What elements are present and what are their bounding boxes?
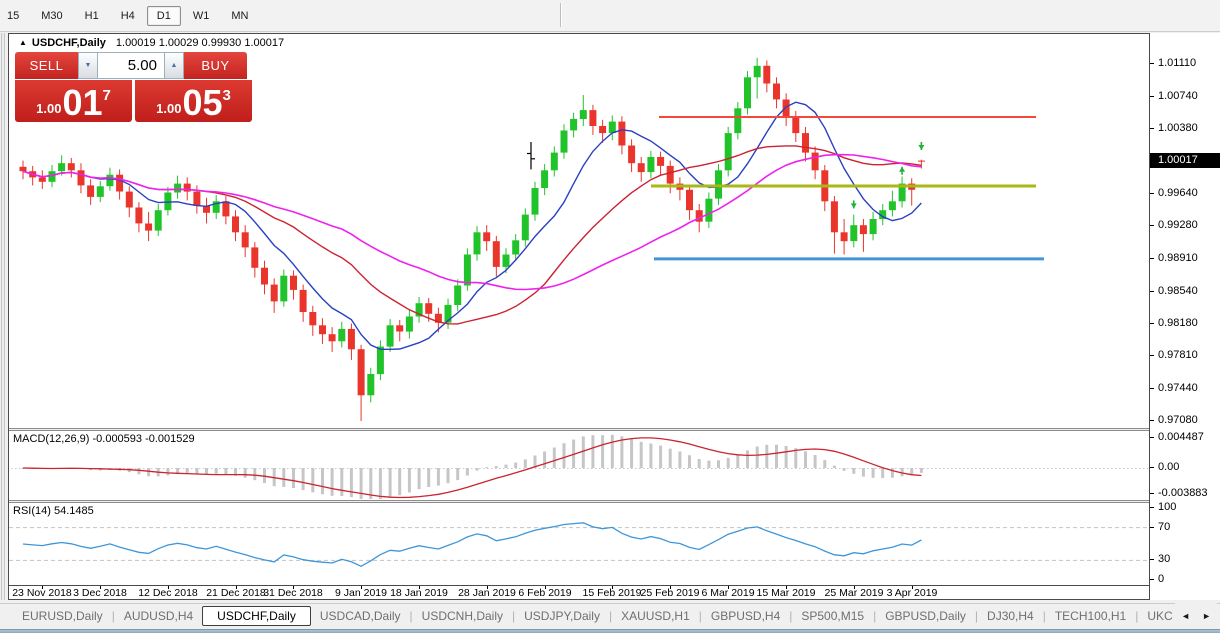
macd-tick-label: 0.004487 [1158, 431, 1204, 443]
sell-price-big: 01 [62, 84, 102, 122]
axis-tick-dash [1150, 291, 1154, 292]
axis-tick-dash [1150, 420, 1154, 421]
price-axis[interactable]: 1.01110 1.00740 1.00380 0.99640 0.99280 0.989… [1150, 33, 1220, 600]
volume-increase-icon[interactable]: ▲ [164, 52, 184, 79]
toolbar-separator [560, 3, 562, 27]
collapse-panel-icon[interactable]: ▲ [19, 38, 27, 47]
axis-tick-dash [1150, 225, 1154, 226]
tab-eurusd-daily[interactable]: EURUSD,Daily [13, 606, 112, 626]
volume-decrease-icon[interactable]: ▼ [78, 52, 98, 79]
tab-sp500-m15[interactable]: SP500,M15 [792, 606, 873, 626]
one-click-trade-panel: SELL ▼ 5.00 ▲ BUY 1.00 01 7 1.00 05 3 [15, 52, 253, 122]
current-price-tag: 1.00017 [1150, 153, 1220, 168]
axis-tick-dash [1150, 527, 1154, 528]
rsi-tick-label: 0 [1158, 573, 1164, 585]
price-tick-label: 0.97440 [1158, 382, 1198, 394]
window-left-groove [1, 33, 5, 600]
macd-indicator-values: -0.000593 -0.001529 [92, 433, 194, 445]
date-axis[interactable]: 23 Nov 20183 Dec 201812 Dec 201821 Dec 2… [9, 585, 1149, 599]
price-tick-label: 0.98540 [1158, 285, 1198, 297]
price-panel[interactable]: ▲ USDCHF,Daily 1.00019 1.00029 0.99930 1.0… [9, 34, 1149, 428]
axis-tick-dash [1150, 63, 1154, 64]
tab-usdjpy-daily[interactable]: USDJPY,Daily [515, 606, 609, 626]
axis-tick-dash [1150, 193, 1154, 194]
macd-tick-label: 0.00 [1158, 461, 1179, 473]
chart-title-row: ▲ USDCHF,Daily 1.00019 1.00029 0.99930 1.0… [19, 37, 284, 49]
rsi-chart-svg[interactable] [9, 503, 1149, 585]
macd-tick-label: -0.003883 [1158, 487, 1208, 499]
date-label: 3 Apr 2019 [872, 587, 952, 599]
tab-usdchf-daily[interactable]: USDCHF,Daily [202, 606, 311, 626]
axis-tick-dash [1150, 579, 1154, 580]
axis-tick-dash [1150, 355, 1154, 356]
buy-price-display[interactable]: 1.00 05 3 [135, 80, 252, 122]
chart-symbol-title: USDCHF,Daily [32, 37, 106, 49]
timeframe-button-h1[interactable]: H1 [75, 6, 109, 26]
tab-gbpusd-h4[interactable]: GBPUSD,H4 [702, 606, 789, 626]
axis-tick-dash [1150, 437, 1154, 438]
sell-price-sup: 7 [103, 87, 111, 104]
buy-price-sup: 3 [223, 87, 231, 104]
macd-panel[interactable]: MACD(12,26,9) -0.000593 -0.001529 [9, 431, 1149, 500]
rsi-panel[interactable]: RSI(14) 54.1485 [9, 503, 1149, 585]
tab-gbpusd-daily[interactable]: GBPUSD,Daily [876, 606, 975, 626]
buy-button[interactable]: BUY [184, 52, 247, 79]
rsi-tick-label: 30 [1158, 553, 1170, 565]
timeframe-button-w1[interactable]: W1 [183, 6, 220, 26]
buy-price-big: 05 [182, 84, 222, 122]
sell-price-small: 1.00 [36, 101, 61, 116]
rsi-tick-label: 100 [1158, 501, 1176, 513]
tab-audusd-h4[interactable]: AUDUSD,H4 [115, 606, 202, 626]
axis-tick-dash [1150, 258, 1154, 259]
tab-scroll-right-icon[interactable]: ► [1202, 611, 1211, 621]
axis-tick-dash [1150, 96, 1154, 97]
window-bottom-strip [0, 629, 1220, 633]
macd-indicator-label: MACD(12,26,9) [13, 433, 89, 445]
timeframe-toolbar: 15M30H1H4D1W1MN [0, 0, 1220, 32]
price-tick-label: 0.99280 [1158, 219, 1198, 231]
price-tick-label: 1.00380 [1158, 122, 1198, 134]
tab-scroll-arrows: ◄ ► [1175, 603, 1217, 628]
tab-dj30-h4[interactable]: DJ30,H4 [978, 606, 1043, 626]
timeframe-button-15[interactable]: 15 [2, 6, 29, 26]
axis-tick-dash [1150, 323, 1154, 324]
timeframe-button-m30[interactable]: M30 [31, 6, 72, 26]
price-tick-label: 0.97080 [1158, 414, 1198, 426]
buy-price-small: 1.00 [156, 101, 181, 116]
tab-usdcad-daily[interactable]: USDCAD,Daily [311, 606, 410, 626]
tab-usdcnh-daily[interactable]: USDCNH,Daily [413, 606, 512, 626]
rsi-tick-label: 70 [1158, 521, 1170, 533]
rsi-indicator-label: RSI(14) [13, 505, 51, 517]
price-tick-label: 0.99640 [1158, 187, 1198, 199]
price-tick-label: 1.00740 [1158, 90, 1198, 102]
chart-window: ▲ USDCHF,Daily 1.00019 1.00029 0.99930 1.0… [8, 33, 1150, 600]
tab-tech100-h1[interactable]: TECH100,H1 [1046, 606, 1135, 626]
chart-tab-bar: EURUSD,Daily|AUDUSD,H4USDCHF,DailyUSDCAD… [0, 603, 1220, 628]
volume-input[interactable]: 5.00 [98, 52, 164, 79]
rsi-label-row: RSI(14) 54.1485 [13, 505, 94, 517]
timeframe-button-d1[interactable]: D1 [147, 6, 181, 26]
axis-tick-dash [1150, 493, 1154, 494]
macd-label-row: MACD(12,26,9) -0.000593 -0.001529 [13, 433, 195, 445]
chart-ohlc-values: 1.00019 1.00029 0.99930 1.00017 [116, 37, 284, 49]
tab-scroll-left-icon[interactable]: ◄ [1181, 611, 1190, 621]
axis-tick-dash [1150, 467, 1154, 468]
axis-tick-dash [1150, 128, 1154, 129]
tab-xauusd-h1[interactable]: XAUUSD,H1 [612, 606, 699, 626]
price-tick-label: 0.97810 [1158, 349, 1198, 361]
rsi-indicator-value: 54.1485 [54, 505, 94, 517]
sell-button[interactable]: SELL [15, 52, 78, 79]
sell-price-display[interactable]: 1.00 01 7 [15, 80, 132, 122]
timeframe-button-h4[interactable]: H4 [111, 6, 145, 26]
axis-tick-dash [1150, 388, 1154, 389]
price-tick-label: 0.98180 [1158, 317, 1198, 329]
timeframe-button-mn[interactable]: MN [221, 6, 258, 26]
price-tick-label: 1.01110 [1158, 57, 1196, 69]
axis-tick-dash [1150, 507, 1154, 508]
mt4-window: 15M30H1H4D1W1MN ▲ USDCHF,Daily 1.00019 1.0… [0, 0, 1220, 633]
axis-tick-dash [1150, 559, 1154, 560]
price-tick-label: 0.98910 [1158, 252, 1198, 264]
